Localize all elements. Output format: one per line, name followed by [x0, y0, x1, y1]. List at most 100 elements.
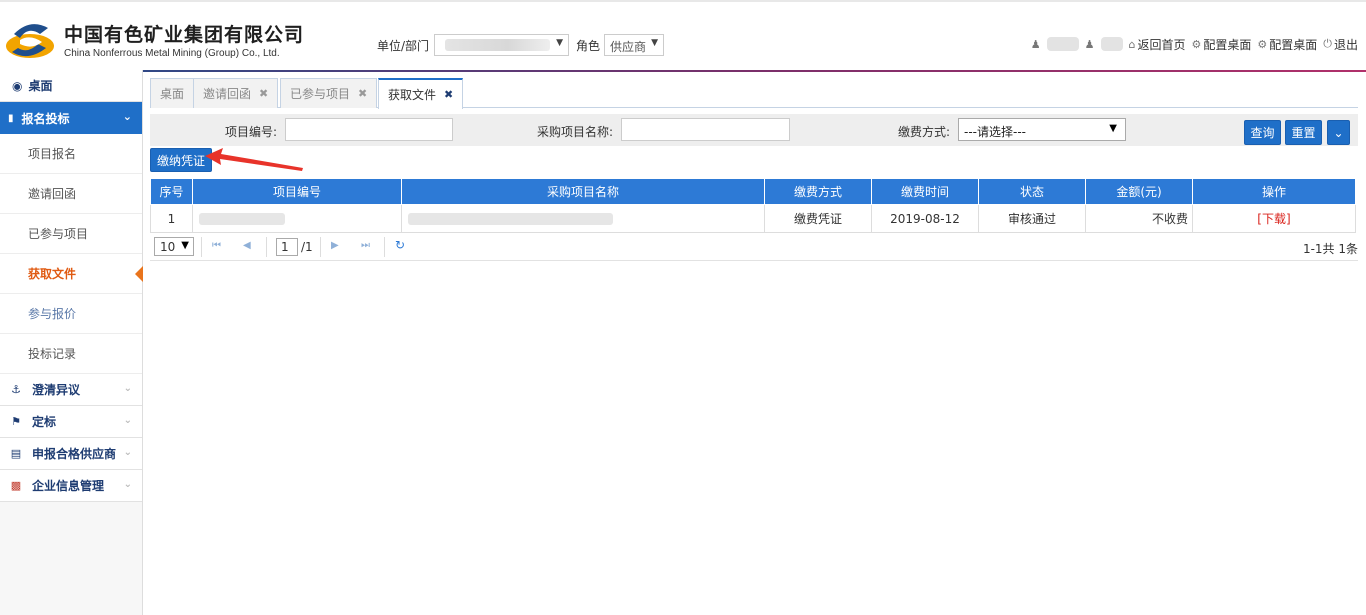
- table-row: 1 缴费凭证 2019-08-12 审核通过 不收费 [下载]: [150, 204, 1356, 233]
- tab-joined-projects-label: 已参与项目: [290, 87, 351, 101]
- sidebar-group-award-label: 定标: [32, 415, 57, 429]
- sidebar-item-invitation-reply[interactable]: 邀请回函: [0, 174, 142, 214]
- user-icon: ♟: [1084, 37, 1095, 51]
- cell-action: [下载]: [1192, 204, 1356, 233]
- pay-method-select[interactable]: ---请选择--- ▼: [958, 118, 1126, 141]
- tab-joined-projects[interactable]: 已参与项目 ✖: [280, 78, 378, 108]
- download-link-label: 下载: [1261, 212, 1286, 226]
- first-page-icon[interactable]: ⏮: [212, 240, 221, 251]
- next-page-icon[interactable]: ▶: [331, 240, 339, 251]
- chevron-down-icon: ⌄: [123, 415, 132, 426]
- column-header-status: 状态: [978, 178, 1086, 205]
- inbox-icon: ▤: [10, 447, 22, 460]
- chevron-down-icon: ⌄: [122, 110, 132, 123]
- column-header-pay-method: 缴费方式: [764, 178, 872, 205]
- config-desktop-link-2[interactable]: ⚙ 配置桌面: [1257, 36, 1317, 53]
- expand-search-button[interactable]: ⌄: [1327, 120, 1350, 145]
- config-desktop-link-1[interactable]: ⚙ 配置桌面: [1192, 36, 1252, 53]
- config-desktop-label-1: 配置桌面: [1203, 37, 1252, 52]
- bar-chart-icon: ▩: [10, 479, 22, 492]
- cell-status: 审核通过: [978, 204, 1086, 233]
- pager-divider: [320, 237, 321, 257]
- sidebar-item-desktop[interactable]: ◉ 桌面: [0, 70, 142, 102]
- cell-pay-time: 2019-08-12: [871, 204, 979, 233]
- project-no-input[interactable]: [285, 118, 453, 141]
- pager-divider: [201, 237, 202, 257]
- sidebar-group-supplier-qualification-label: 申报合格供应商: [32, 447, 117, 461]
- role-value: 供应商: [610, 40, 647, 54]
- power-icon: ⏻: [1323, 37, 1332, 50]
- total-pages: /1: [301, 240, 313, 254]
- gear-icon: ⚙: [1191, 37, 1202, 51]
- pager-divider: [266, 237, 267, 257]
- cell-project-no: [192, 204, 402, 233]
- book-icon: ▮: [8, 112, 14, 124]
- project-name-label: 采购项目名称:: [537, 125, 614, 139]
- sidebar-submenu: 项目报名 邀请回函 已参与项目 获取文件 参与报价 投标记录: [0, 134, 143, 374]
- page-size-value: 10: [160, 240, 176, 254]
- download-link[interactable]: [下载]: [1257, 212, 1290, 226]
- role-label: 角色: [576, 39, 601, 53]
- sidebar-group-bidding[interactable]: ▮ 报名投标 ⌄: [0, 102, 142, 134]
- sidebar-group-supplier-qualification[interactable]: ▤ 申报合格供应商 ⌄: [0, 438, 142, 470]
- unit-select[interactable]: ▼: [434, 34, 569, 56]
- sidebar-group-clarification[interactable]: ⚓ 澄清异议 ⌄: [0, 374, 142, 406]
- reset-button[interactable]: 重置: [1285, 120, 1322, 145]
- documents-table: 序号 项目编号 采购项目名称 缴费方式 缴费时间 状态 金额(元) 操作 1 缴…: [150, 178, 1356, 233]
- page-number-input[interactable]: 1: [276, 238, 298, 256]
- role-select[interactable]: 供应商 ▼: [604, 34, 664, 56]
- chevron-down-icon: ⌄: [1333, 125, 1344, 140]
- sidebar-group-company-info[interactable]: ▩ 企业信息管理 ⌄: [0, 470, 142, 502]
- home-link[interactable]: ⌂ 返回首页: [1129, 36, 1186, 53]
- close-icon[interactable]: ✖: [259, 87, 268, 100]
- close-icon[interactable]: ✖: [358, 87, 367, 100]
- dashboard-icon: ◉: [12, 78, 23, 93]
- pay-method-label: 缴费方式:: [898, 125, 951, 139]
- sidebar-item-get-documents[interactable]: 获取文件: [0, 254, 143, 294]
- column-header-action: 操作: [1192, 178, 1356, 205]
- column-header-project-no: 项目编号: [192, 178, 402, 205]
- pay-voucher-button[interactable]: 缴纳凭证: [150, 148, 212, 172]
- column-header-amount: 金额(元): [1085, 178, 1193, 205]
- unit-label: 单位/部门: [377, 39, 430, 53]
- flag-icon: ⚑: [11, 415, 21, 428]
- cell-pay-method: 缴费凭证: [764, 204, 872, 233]
- close-icon[interactable]: ✖: [444, 88, 453, 101]
- app-header: 中国有色矿业集团有限公司 China Nonferrous Metal Mini…: [0, 0, 1366, 72]
- prev-page-icon[interactable]: ◀: [243, 240, 251, 251]
- sidebar-group-award[interactable]: ⚑ 定标 ⌄: [0, 406, 142, 438]
- tab-invitation-reply[interactable]: 邀请回函 ✖: [193, 78, 279, 108]
- project-name-input[interactable]: [621, 118, 790, 141]
- query-button[interactable]: 查询: [1244, 120, 1281, 145]
- chevron-down-icon: ⌄: [123, 447, 132, 458]
- tab-desktop-label: 桌面: [160, 87, 185, 101]
- project-no-label: 项目编号:: [225, 125, 278, 139]
- logout-label: 退出: [1333, 37, 1358, 52]
- tab-get-documents-label: 获取文件: [388, 88, 437, 102]
- page-size-select[interactable]: 10 ▼: [154, 237, 194, 256]
- tab-desktop[interactable]: 桌面: [150, 78, 195, 108]
- chevron-down-icon: ⌄: [123, 383, 132, 394]
- tab-invitation-reply-label: 邀请回函: [203, 87, 252, 101]
- caret-down-icon: ▼: [181, 240, 189, 251]
- tab-get-documents[interactable]: 获取文件 ✖: [378, 78, 464, 109]
- sidebar-item-joined-projects[interactable]: 已参与项目: [0, 214, 142, 254]
- caret-down-icon: ▼: [1109, 123, 1117, 134]
- sidebar-group-bidding-label: 报名投标: [21, 111, 70, 126]
- sidebar-item-project-signup[interactable]: 项目报名: [0, 134, 142, 174]
- caret-down-icon: ▼: [651, 38, 658, 48]
- tab-bar: 桌面 邀请回函 ✖ 已参与项目 ✖ 获取文件 ✖: [150, 78, 1358, 109]
- department-blurred: [1100, 37, 1123, 51]
- column-header-pay-time: 缴费时间: [871, 178, 979, 205]
- sidebar-item-quotation[interactable]: 参与报价: [0, 294, 142, 334]
- logout-link[interactable]: ⏻ 退出: [1323, 36, 1358, 53]
- home-link-label: 返回首页: [1137, 37, 1186, 52]
- chevron-down-icon: ⌄: [123, 479, 132, 490]
- refresh-icon[interactable]: ↻: [395, 238, 405, 252]
- table-header-row: 序号 项目编号 采购项目名称 缴费方式 缴费时间 状态 金额(元) 操作: [150, 178, 1356, 205]
- sidebar-item-desktop-label: 桌面: [28, 79, 53, 93]
- header-divider: [0, 70, 1366, 72]
- sidebar-item-bid-records[interactable]: 投标记录: [0, 334, 142, 374]
- last-page-icon[interactable]: ⏭: [361, 240, 370, 251]
- sidebar-group-company-info-label: 企业信息管理: [32, 479, 105, 493]
